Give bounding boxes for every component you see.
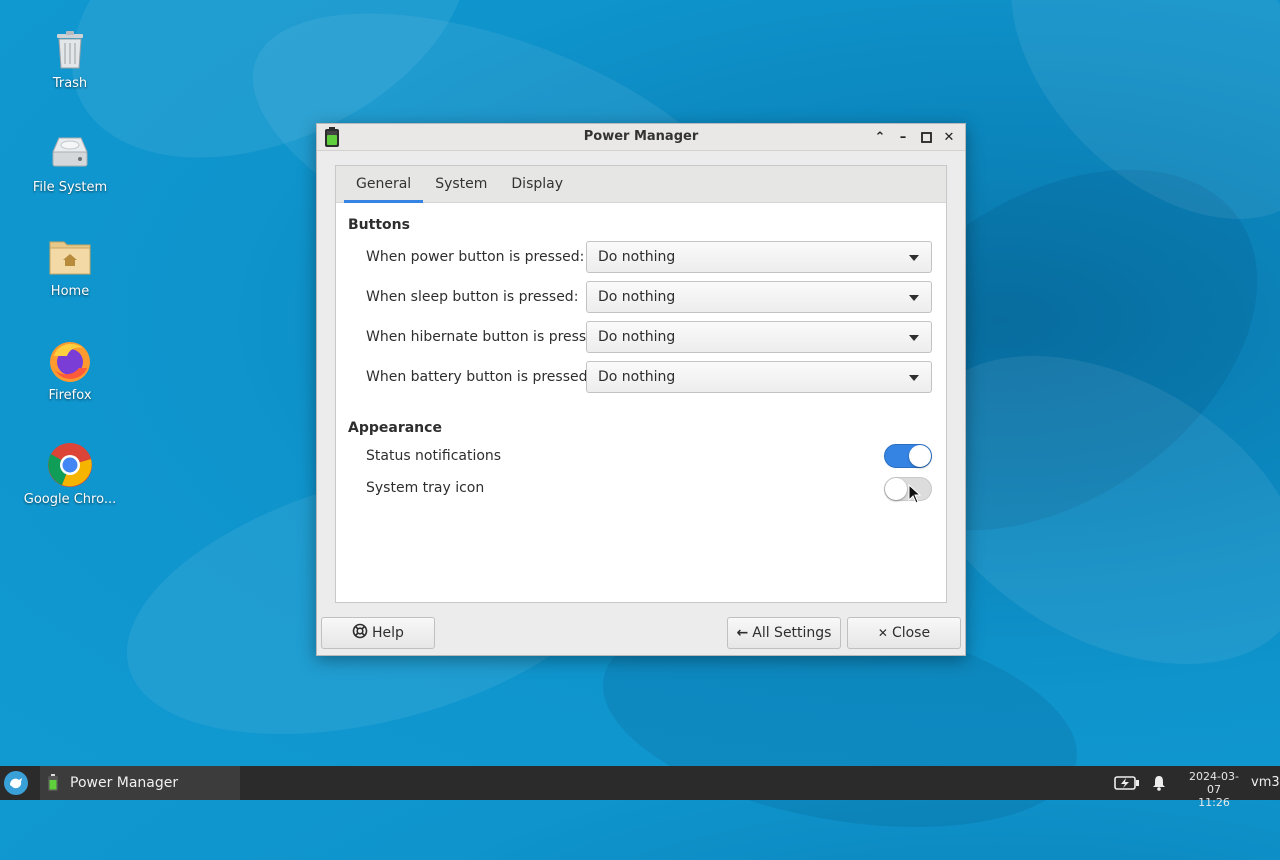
desktop-icon-label: Firefox [48,388,92,403]
taskbar-item-power-manager[interactable]: Power Manager [40,766,240,800]
clock-time: 11:26 [1198,796,1230,809]
dropdown-arrow-icon [909,255,919,261]
select-value: Do nothing [598,289,676,305]
mouse-pointer-icon [908,483,922,504]
help-button[interactable]: Help [321,617,435,649]
taskbar-item-label: Power Manager [70,775,179,791]
sleep-button-label: When sleep button is pressed: [366,289,579,305]
help-lifebuoy-icon [352,623,368,643]
section-title-buttons: Buttons [348,217,410,233]
battery-app-icon [47,774,59,795]
sleep-button-select[interactable]: Do nothing [586,281,932,313]
desktop-icon-label: Trash [52,76,88,91]
select-value: Do nothing [598,329,676,345]
battery-button-label: When battery button is pressed: [366,369,593,385]
taskbar: Power Manager 2024-03-07 11:26 vm3 [0,766,1280,809]
dropdown-arrow-icon [909,295,919,301]
close-button-label: Close [891,625,931,641]
tab-general[interactable]: General [344,166,424,203]
tab-system[interactable]: System [423,166,499,202]
desktop-icon-label: File System [32,180,108,195]
tab-display[interactable]: Display [499,166,575,202]
title-bar[interactable]: Power Manager ⌃ – ✕ [317,124,965,151]
clock[interactable]: 2024-03-07 11:26 [1184,770,1244,809]
power-manager-window: Power Manager ⌃ – ✕ General System Displ… [316,123,966,656]
status-notifications-label: Status notifications [366,448,502,464]
desktop-icon-firefox[interactable]: Firefox [18,338,122,403]
power-button-label: When power button is pressed: [366,249,585,265]
power-button-select[interactable]: Do nothing [586,241,932,273]
shade-icon[interactable]: ⌃ [870,127,890,147]
switch-knob [909,445,931,467]
hostname-label: vm3 [1251,775,1280,790]
desktop-icon-label: Google Chro... [23,492,117,507]
tab-bar: General System Display [336,166,946,203]
close-x-icon: ✕ [877,626,888,640]
desktop-icon-file-system[interactable]: File System [18,130,122,195]
switch-knob [885,478,907,500]
trash-icon [47,26,93,72]
section-title-appearance: Appearance [348,420,442,436]
desktop-icon-home[interactable]: Home [18,234,122,299]
drive-icon [47,130,93,176]
firefox-icon [47,338,93,384]
dropdown-arrow-icon [909,335,919,341]
minimize-icon[interactable]: – [893,127,913,147]
home-folder-icon [47,234,93,280]
hibernate-button-select[interactable]: Do nothing [586,321,932,353]
all-settings-button-label: All Settings [752,625,832,641]
hibernate-button-label: When hibernate button is pressed: [366,329,609,345]
battery-charging-icon[interactable] [1114,766,1140,800]
clock-date: 2024-03-07 [1189,770,1239,796]
status-notifications-switch[interactable] [884,444,932,468]
desktop-icon-trash[interactable]: Trash [18,26,122,91]
notification-bell-icon[interactable] [1152,766,1166,800]
select-value: Do nothing [598,369,676,385]
arrow-left-icon: ← [736,625,749,641]
battery-button-select[interactable]: Do nothing [586,361,932,393]
window-title: Power Manager [583,129,699,144]
help-button-label: Help [372,625,404,641]
close-icon[interactable]: ✕ [939,127,959,147]
maximize-icon[interactable] [916,127,936,147]
desktop-icon-label: Home [50,284,90,299]
whisker-menu-icon[interactable] [4,771,28,795]
select-value: Do nothing [598,249,676,265]
desktop-icon-chrome[interactable]: Google Chro... [18,442,122,507]
system-tray-icon-label: System tray icon [366,480,485,496]
all-settings-button[interactable]: ← All Settings [727,617,841,649]
settings-panel: General System Display Buttons When powe… [335,165,947,603]
close-button[interactable]: ✕ Close [847,617,961,649]
dropdown-arrow-icon [909,375,919,381]
chrome-icon [47,442,93,488]
